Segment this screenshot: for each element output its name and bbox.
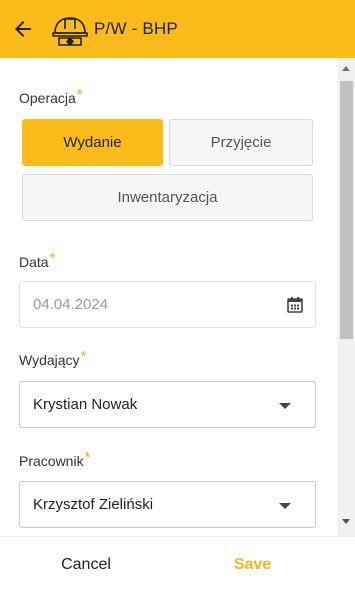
chevron-down-icon <box>279 503 291 509</box>
operation-option-przyjecie[interactable]: Przyjęcie <box>169 119 313 166</box>
date-value: 04.04.2024 <box>33 296 109 313</box>
scroll-down-arrow-icon[interactable] <box>342 519 350 524</box>
employee-label: Pracownik* <box>19 449 91 469</box>
operation-label: Operacja* <box>19 86 83 106</box>
scrollbar-thumb[interactable] <box>340 81 353 339</box>
date-label: Data* <box>19 250 56 270</box>
app-bar: P/W - BHP <box>0 0 355 58</box>
cancel-button[interactable]: Cancel <box>0 537 172 592</box>
required-asterisk: * <box>80 348 87 365</box>
required-asterisk: * <box>76 86 83 103</box>
employee-select[interactable]: Krzysztof Zieliński <box>19 481 316 528</box>
app-title: P/W - BHP <box>94 19 178 38</box>
employee-value: Krzysztof Zieliński <box>33 496 154 513</box>
scrollbar[interactable] <box>338 58 355 536</box>
required-asterisk: * <box>49 250 56 267</box>
operation-option-wydanie[interactable]: Wydanie <box>22 119 163 166</box>
operation-option-label: Inwentaryzacja <box>117 189 218 206</box>
safety-helmet-icon <box>52 17 88 46</box>
calendar-icon[interactable] <box>286 296 304 314</box>
arrow-left-icon[interactable] <box>11 17 35 41</box>
form-content: Operacja* Wydanie Przyjęcie Inwentaryzac… <box>0 58 338 536</box>
chevron-down-icon <box>279 403 291 409</box>
action-bar: Cancel Save <box>0 536 355 592</box>
scroll-up-arrow-icon[interactable] <box>342 66 350 71</box>
issuer-select[interactable]: Krystian Nowak <box>19 381 316 428</box>
required-asterisk: * <box>84 449 91 466</box>
operation-option-label: Przyjęcie <box>210 134 272 151</box>
operation-option-inwentaryzacja[interactable]: Inwentaryzacja <box>22 174 313 221</box>
date-field[interactable]: 04.04.2024 <box>19 281 316 328</box>
operation-option-label: Wydanie <box>63 134 122 151</box>
save-button[interactable]: Save <box>170 537 335 592</box>
issuer-label: Wydający* <box>19 348 87 368</box>
issuer-value: Krystian Nowak <box>33 396 138 413</box>
